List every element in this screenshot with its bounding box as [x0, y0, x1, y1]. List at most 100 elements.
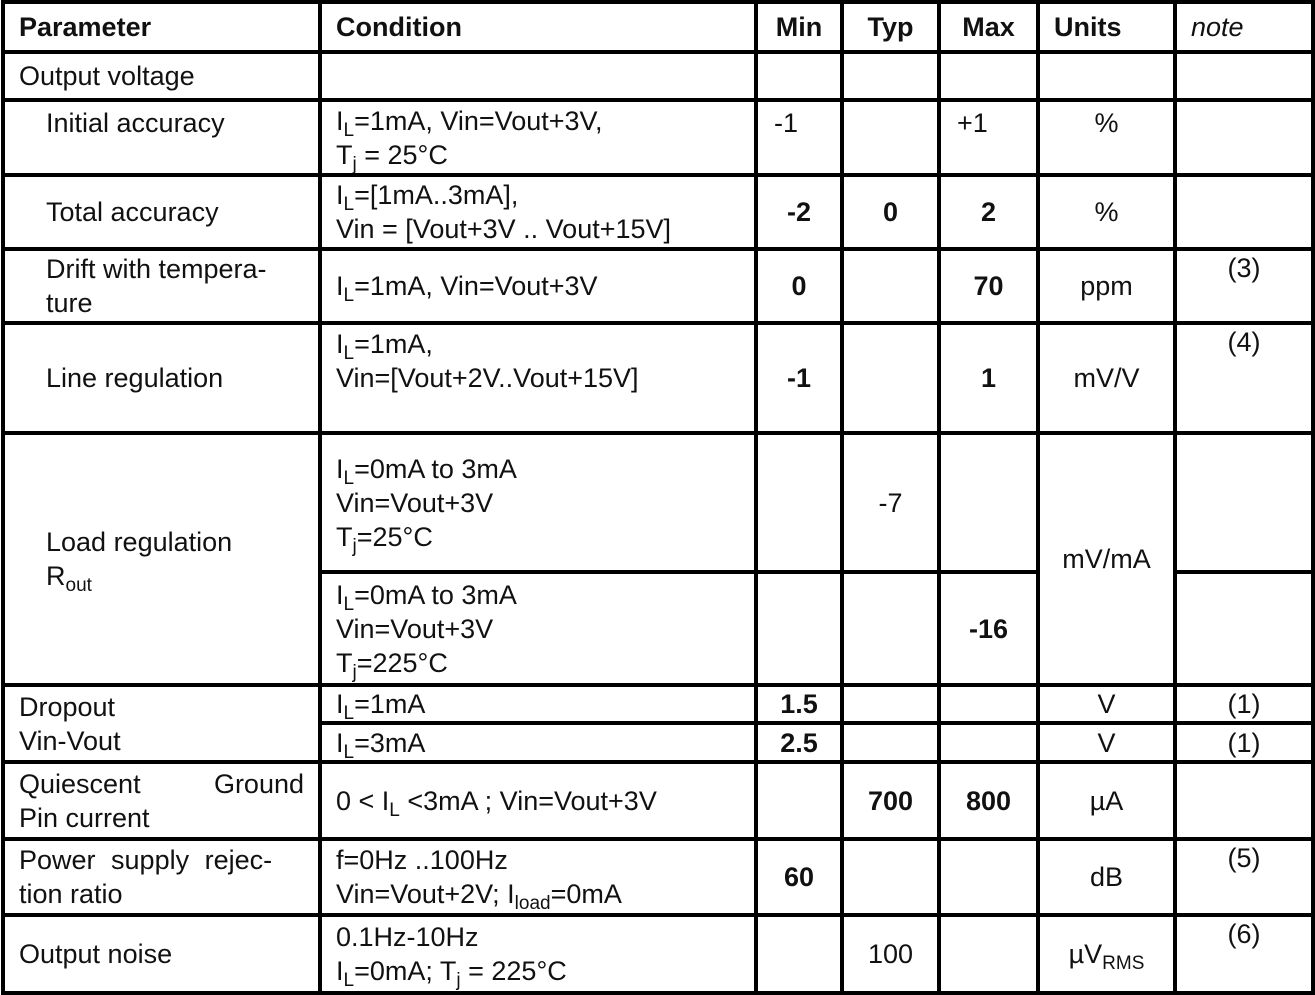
- note-cell: (1): [1173, 683, 1315, 725]
- condition-text: 0.1Hz-10Hz: [336, 922, 479, 952]
- header-min: Min: [754, 0, 844, 54]
- header-units: Units: [1036, 0, 1177, 54]
- min-cell: 0: [754, 247, 844, 325]
- max-cell: [937, 837, 1040, 917]
- parameter-cell: Output noise: [1, 913, 322, 995]
- condition-cell: IL=0mA to 3mA Vin=Vout+3V Tj=225°C: [318, 570, 758, 687]
- parameter-cell: Initial accuracy: [1, 98, 322, 177]
- table-row-psrr: Power supply rejec- tion ratio f=0Hz ..1…: [1, 837, 1315, 917]
- condition-text: Vin = [Vout+3V .. Vout+15V]: [336, 214, 672, 244]
- condition-text: Vin=Vout+3V: [336, 487, 494, 518]
- table-row-output-noise: Output noise 0.1Hz-10Hz IL=0mA; Tj = 225…: [1, 913, 1315, 995]
- condition-text: Vin=[Vout+2V..Vout+15V]: [336, 363, 639, 393]
- parameter-text: Power supply rejec-: [19, 845, 273, 875]
- min-cell: [754, 570, 844, 687]
- parameter-text: Pin current: [19, 802, 150, 833]
- typ-cell: -7: [840, 431, 941, 574]
- typ-cell: [840, 683, 941, 725]
- condition-text: I: [336, 579, 344, 610]
- min-cell: 2.5: [754, 721, 844, 764]
- header-condition: Condition: [318, 0, 758, 54]
- condition-text: =1mA, Vin=Vout+3V: [354, 271, 598, 301]
- condition-text: I: [336, 689, 344, 719]
- parameter-cell: Power supply rejec- tion ratio: [1, 837, 322, 917]
- units-cell: mV/mA: [1036, 431, 1177, 687]
- table-row-dropout-1ma: Dropout Vin-Vout IL=1mA 1.5 V (1): [1, 683, 1315, 764]
- min-cell: 60: [754, 837, 844, 917]
- parameter-text: Vin-Vout: [19, 725, 121, 756]
- header-note: note: [1173, 0, 1315, 54]
- condition-text: = 25°C: [356, 140, 448, 170]
- header-max: Max: [937, 0, 1040, 54]
- condition-cell: IL=1mA, Vin=[Vout+2V..Vout+15V]: [318, 321, 758, 435]
- units-subscript: RMS: [1102, 953, 1145, 974]
- parameter-text: R: [46, 561, 66, 591]
- condition-text: I: [336, 106, 344, 136]
- condition-text: =0mA to 3mA: [354, 453, 517, 484]
- condition-cell: IL=0mA to 3mA Vin=Vout+3V Tj=25°C: [318, 431, 758, 574]
- condition-text: I: [336, 271, 344, 301]
- condition-cell: IL=3mA: [318, 721, 758, 764]
- typ-cell: [840, 98, 941, 177]
- condition-text: 0 < I: [336, 785, 390, 816]
- max-cell: [937, 721, 1040, 764]
- table-row-load-regulation-25c: Load regulation Rout IL=0mA to 3mA Vin=V…: [1, 431, 1315, 687]
- min-cell: -1: [754, 98, 844, 177]
- units-cell: dB: [1036, 837, 1177, 917]
- typ-cell: [840, 837, 941, 917]
- condition-text: <3mA ; Vin=Vout+3V: [399, 785, 657, 816]
- condition-text: =0mA to 3mA: [354, 579, 517, 610]
- condition-text: I: [336, 329, 344, 359]
- max-cell: 1: [937, 321, 1040, 435]
- condition-cell: IL=[1mA..3mA], Vin = [Vout+3V .. Vout+15…: [318, 173, 758, 251]
- max-cell: 2: [937, 173, 1040, 251]
- condition-text: I: [336, 453, 344, 484]
- condition-text: I: [336, 956, 344, 986]
- note-cell: (4): [1173, 321, 1315, 435]
- parameter-cell: Dropout Vin-Vout: [1, 683, 322, 764]
- typ-cell: [840, 721, 941, 764]
- parameter-text: Dropout: [19, 691, 116, 722]
- condition-text: =1mA, Vin=Vout+3V,: [354, 106, 603, 136]
- condition-text: = 225°C: [460, 956, 567, 986]
- table-row-output-voltage: Output voltage: [1, 50, 1315, 102]
- min-cell: -2: [754, 173, 844, 251]
- parameter-cell: Quiescent Ground Pin current: [1, 760, 322, 841]
- max-cell: +1: [937, 98, 1040, 177]
- typ-cell: 700: [840, 760, 941, 841]
- typ-cell: [840, 321, 941, 435]
- condition-text: =0mA: [550, 879, 622, 909]
- min-cell: [754, 913, 844, 995]
- condition-text: T: [336, 521, 353, 552]
- parameter-cell: Line regulation: [1, 321, 322, 435]
- units-cell: V: [1036, 721, 1177, 764]
- condition-cell: IL=1mA, Vin=Vout+3V: [318, 247, 758, 325]
- units-cell: ppm: [1036, 247, 1177, 325]
- units-cell: µA: [1036, 760, 1177, 841]
- condition-text: =1mA,: [354, 329, 433, 359]
- note-cell: [1173, 431, 1315, 574]
- parameter-subscript: out: [65, 575, 92, 596]
- condition-text: I: [336, 727, 344, 758]
- max-cell: [937, 50, 1040, 102]
- parameter-text: ture: [46, 288, 93, 318]
- condition-subscript: L: [389, 799, 400, 821]
- note-cell: [1173, 173, 1315, 251]
- units-cell: µVRMS: [1036, 913, 1177, 995]
- condition-subscript: load: [514, 893, 551, 914]
- note-cell: (6): [1173, 913, 1315, 995]
- units-cell: %: [1036, 173, 1177, 251]
- note-cell: [1173, 50, 1315, 102]
- condition-text: f=0Hz ..100Hz: [336, 845, 508, 875]
- condition-text: =[1mA..3mA],: [354, 180, 519, 210]
- min-cell: [754, 760, 844, 841]
- min-cell: [754, 50, 844, 102]
- max-cell: [937, 431, 1040, 574]
- parameter-cell: Output voltage: [1, 50, 322, 102]
- note-cell: (3): [1173, 247, 1315, 325]
- note-cell: [1173, 570, 1315, 687]
- parameter-cell: Drift with tempera- ture: [1, 247, 322, 325]
- condition-cell: IL=1mA: [318, 683, 758, 725]
- table-row-line-regulation: Line regulation IL=1mA, Vin=[Vout+2V..Vo…: [1, 321, 1315, 435]
- note-cell: (1): [1173, 721, 1315, 764]
